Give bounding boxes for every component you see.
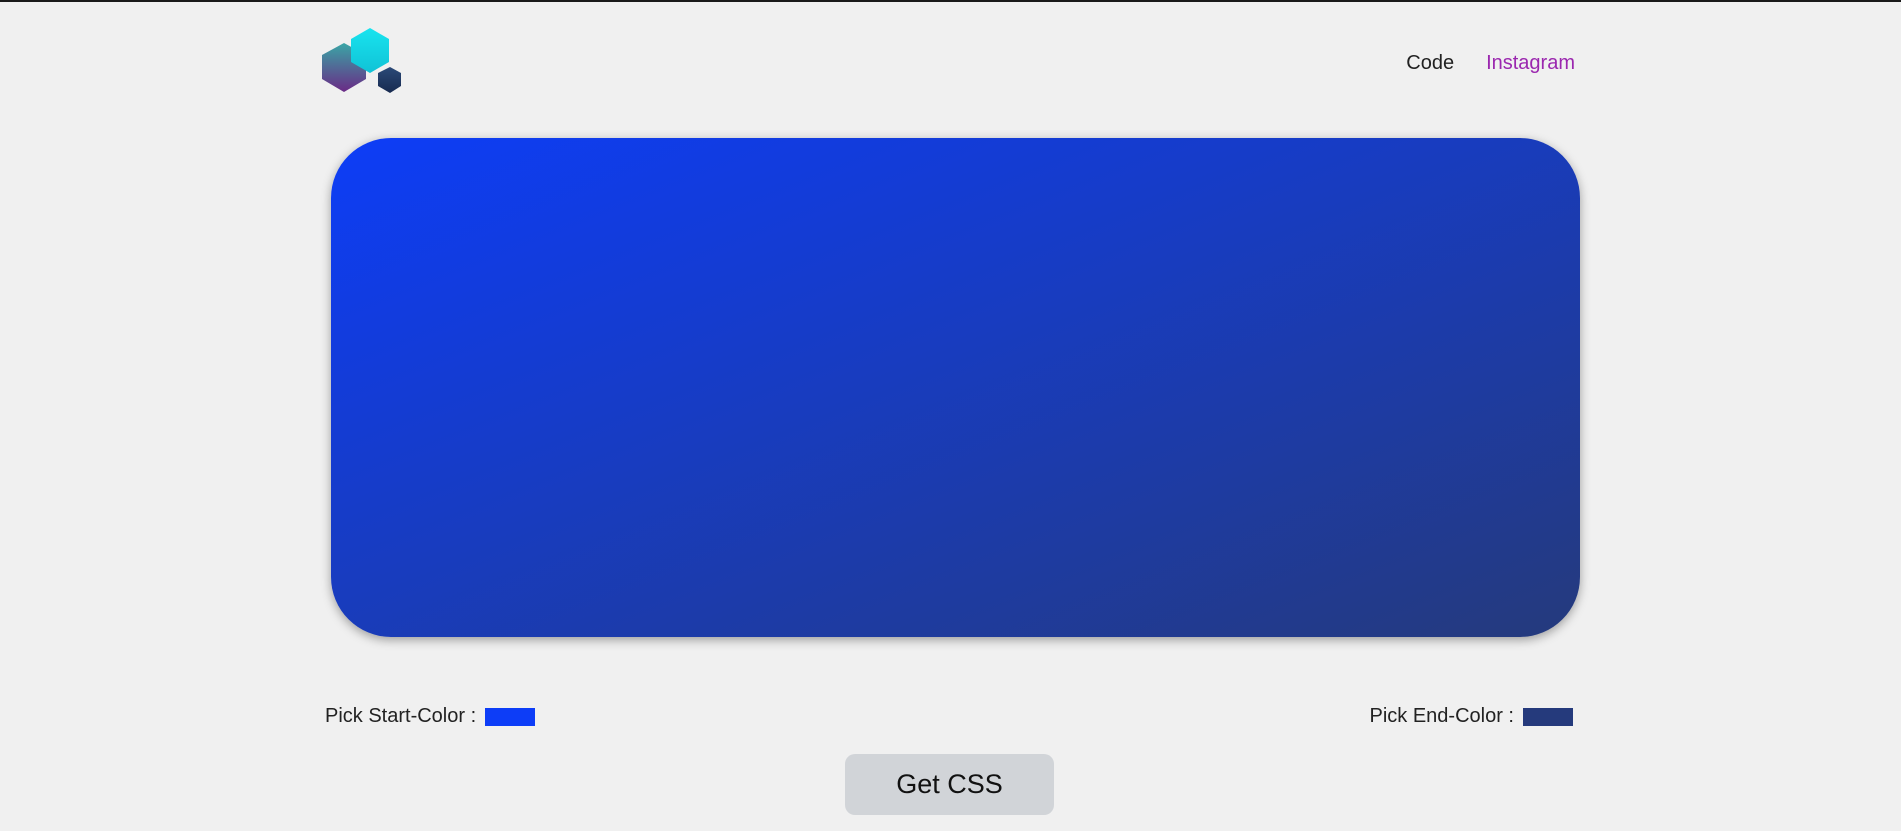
- start-color-swatch[interactable]: [485, 707, 536, 726]
- get-css-button[interactable]: Get CSS: [845, 754, 1054, 815]
- end-color-label: Pick End-Color :: [1369, 705, 1515, 727]
- start-color-label: Pick Start-Color :: [325, 705, 477, 727]
- end-color-swatch[interactable]: [1523, 707, 1573, 726]
- nav-link-code[interactable]: Code: [1406, 52, 1454, 75]
- nav-link-instagram[interactable]: Instagram: [1486, 52, 1575, 75]
- gradient-preview: [331, 138, 1580, 637]
- hexagon-cluster-logo-icon: [322, 28, 401, 93]
- top-nav: Code Instagram: [1406, 52, 1575, 75]
- top-border: [0, 0, 1901, 2]
- start-color-picker: Pick Start-Color :: [325, 705, 536, 728]
- end-color-picker: Pick End-Color :: [1369, 705, 1573, 728]
